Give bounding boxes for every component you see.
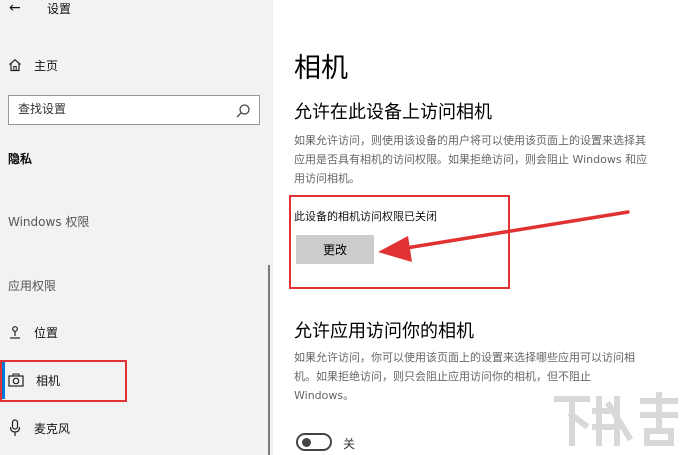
annotation-arrow-icon — [378, 210, 630, 262]
watermark-logo-icon — [554, 392, 678, 446]
